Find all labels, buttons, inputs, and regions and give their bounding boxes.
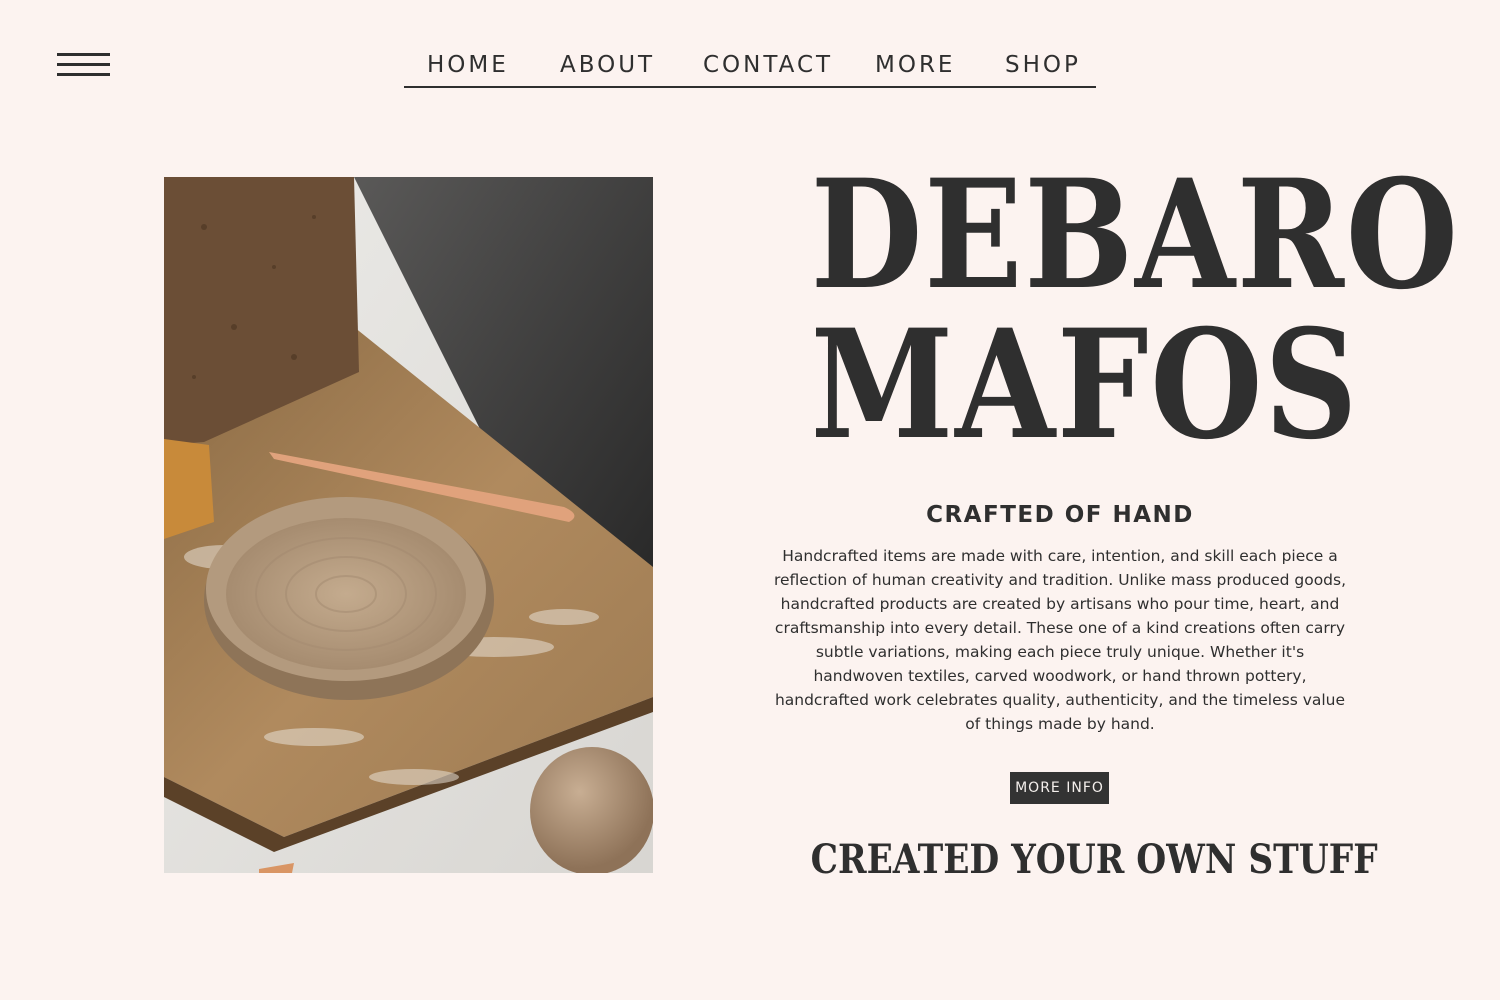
top-navigation: HOME ABOUT CONTACT MORE SHOP: [404, 48, 1096, 88]
brand-title: DEBARO MAFOS: [770, 147, 1460, 473]
description-text: Handcrafted items are made with care, in…: [773, 547, 1347, 733]
hamburger-bar: [57, 63, 110, 66]
nav-item-shop[interactable]: SHOP: [1005, 52, 1081, 78]
brand-title-line-2: MAFOS: [810, 297, 1360, 473]
nav-item-contact[interactable]: CONTACT: [703, 52, 833, 78]
nav-item-home[interactable]: HOME: [427, 52, 509, 78]
hamburger-bar: [57, 73, 110, 76]
hamburger-bar: [57, 53, 110, 56]
more-info-button[interactable]: MORE INFO: [1010, 772, 1109, 804]
hamburger-menu-icon[interactable]: [57, 53, 110, 77]
nav-item-more[interactable]: MORE: [875, 52, 955, 78]
page: HOME ABOUT CONTACT MORE SHOP DEBARO MAFO…: [0, 0, 1500, 1000]
tagline: CREATED YOUR OWN STUFF: [810, 836, 1378, 883]
hero-photo: [164, 177, 653, 873]
nav-item-about[interactable]: ABOUT: [560, 52, 655, 78]
section-subtitle: CRAFTED OF HAND: [926, 502, 1194, 528]
brand-title-line-1: DEBARO: [810, 147, 1460, 323]
